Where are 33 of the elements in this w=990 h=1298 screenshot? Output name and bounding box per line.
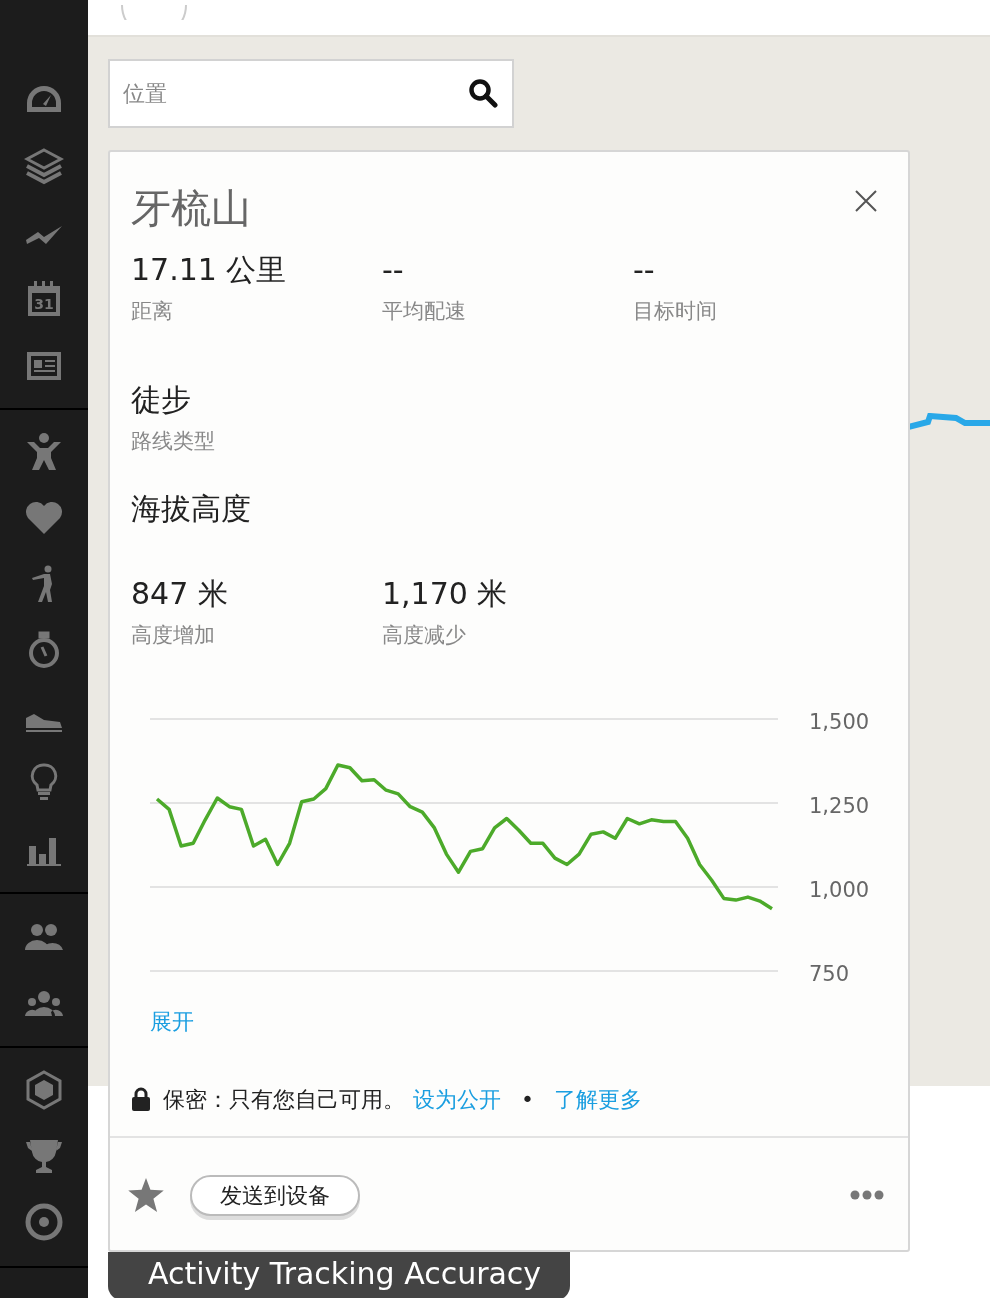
axis-tick-label: 1,500: [809, 709, 870, 734]
lock-icon: [131, 1087, 151, 1111]
axis-tick-label: 750: [809, 961, 850, 986]
banner[interactable]: Activity Tracking Accuracy: [108, 1251, 570, 1298]
expand-link[interactable]: 展开: [150, 1004, 194, 1038]
stat-label: 高度增加: [131, 622, 216, 649]
section-heading: 海拔高度: [130, 491, 252, 527]
stat-value: --: [633, 252, 656, 288]
close-icon[interactable]: [854, 188, 878, 213]
search-icon[interactable]: [468, 78, 498, 108]
stat-label: 高度减少: [382, 622, 467, 649]
make-public-link[interactable]: 设为公开: [413, 1082, 501, 1116]
layers-icon[interactable]: [24, 146, 64, 186]
target-icon[interactable]: [24, 1202, 64, 1242]
stat-value: 17.11 公里: [131, 252, 288, 288]
stat-value: 徒步: [131, 381, 192, 418]
stat-value: 847 米: [131, 576, 229, 612]
more-icon[interactable]: [850, 1190, 884, 1200]
hexagon-icon[interactable]: [24, 1070, 64, 1110]
stat-label: 平均配速: [382, 298, 467, 325]
privacy-text: 保密：只有您自己可用。: [163, 1085, 405, 1114]
axis-tick-label: 1,000: [809, 877, 870, 902]
stat-label: 目标时间: [633, 298, 718, 325]
stat-value: --: [382, 252, 405, 288]
axis-tick-label: 1,250: [809, 793, 870, 818]
stat-label: 路线类型: [131, 427, 216, 455]
stat-value: 1,170 米: [382, 576, 509, 612]
search-field[interactable]: 位置: [108, 59, 514, 128]
route-title: 牙梳山: [131, 184, 251, 233]
separator: •: [521, 1085, 534, 1114]
learn-more-link[interactable]: 了解更多: [554, 1082, 642, 1116]
star-icon[interactable]: [128, 1178, 164, 1212]
stat-label: 距离: [131, 298, 174, 325]
